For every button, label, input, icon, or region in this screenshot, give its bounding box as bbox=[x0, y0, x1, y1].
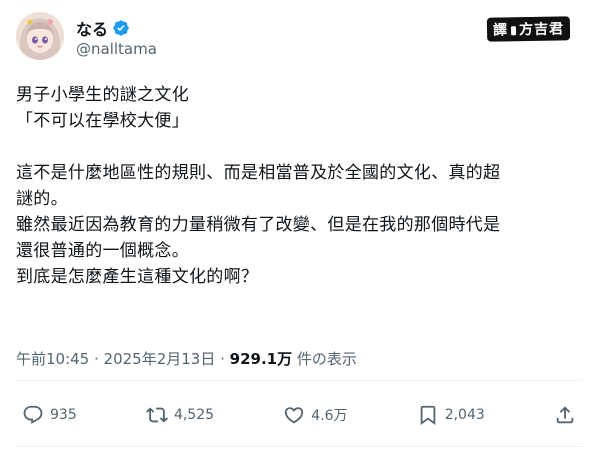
divider bbox=[16, 446, 582, 447]
post-header: なる @nalltama 譯方吉君 bbox=[16, 12, 582, 64]
meta-separator: · bbox=[89, 350, 104, 368]
post-line: 這不是什麼地區性的規則、而是相當普及於全國的文化、真的超 bbox=[16, 163, 501, 183]
share-button[interactable] bbox=[554, 404, 576, 426]
action-bar: 935 4,525 4.6万 2,043 bbox=[22, 404, 576, 426]
credit-left: 譯 bbox=[492, 22, 509, 39]
reply-count: 935 bbox=[50, 407, 77, 423]
reply-button[interactable]: 935 bbox=[22, 404, 77, 426]
views-label: 件の表示 bbox=[292, 350, 357, 368]
post-time[interactable]: 午前10:45 bbox=[16, 350, 89, 368]
post-line: 還很普通的一個概念。 bbox=[16, 241, 189, 261]
heart-icon bbox=[285, 407, 304, 424]
post-date[interactable]: 2025年2月13日 bbox=[104, 350, 216, 368]
post-line: 謎的。 bbox=[16, 189, 68, 209]
post-line: 到底是怎麼產生這種文化的啊？ bbox=[16, 267, 259, 287]
bookmark-button[interactable]: 2,043 bbox=[417, 404, 485, 426]
reply-icon bbox=[23, 405, 43, 424]
author-handle[interactable]: @nalltama bbox=[76, 40, 157, 58]
post-line: 男子小學生的謎之文化 bbox=[16, 85, 189, 105]
post-line: 「不可以在學校大便」 bbox=[16, 111, 189, 131]
like-button[interactable]: 4.6万 bbox=[283, 404, 348, 426]
post-text: 男子小學生的謎之文化 「不可以在學校大便」 這不是什麼地區性的規則、而是相當普及… bbox=[16, 82, 586, 290]
display-name[interactable]: なる bbox=[76, 16, 108, 40]
share-icon bbox=[556, 406, 574, 424]
like-count: 4.6万 bbox=[311, 408, 348, 424]
verified-badge-icon bbox=[112, 19, 130, 37]
credit-right: 方吉君 bbox=[518, 21, 565, 39]
meta-separator: · bbox=[215, 350, 230, 368]
post-meta: 午前10:45 · 2025年2月13日 · 929.1万 件の表示 bbox=[16, 348, 357, 369]
bookmark-icon bbox=[420, 405, 436, 426]
avatar[interactable] bbox=[16, 12, 64, 60]
repost-button[interactable]: 4,525 bbox=[145, 404, 215, 426]
repost-icon bbox=[145, 407, 168, 423]
bookmark-count: 2,043 bbox=[444, 407, 485, 423]
divider bbox=[16, 380, 582, 381]
post-line: 雖然最近因為教育的力量稍微有了改變、但是在我的那個時代是 bbox=[16, 215, 501, 235]
translator-credit-stamp: 譯方吉君 bbox=[486, 16, 571, 42]
credit-divider bbox=[510, 25, 517, 35]
repost-count: 4,525 bbox=[173, 407, 215, 423]
author-name-row: なる bbox=[76, 16, 130, 40]
views-count: 929.1万 bbox=[229, 350, 293, 368]
